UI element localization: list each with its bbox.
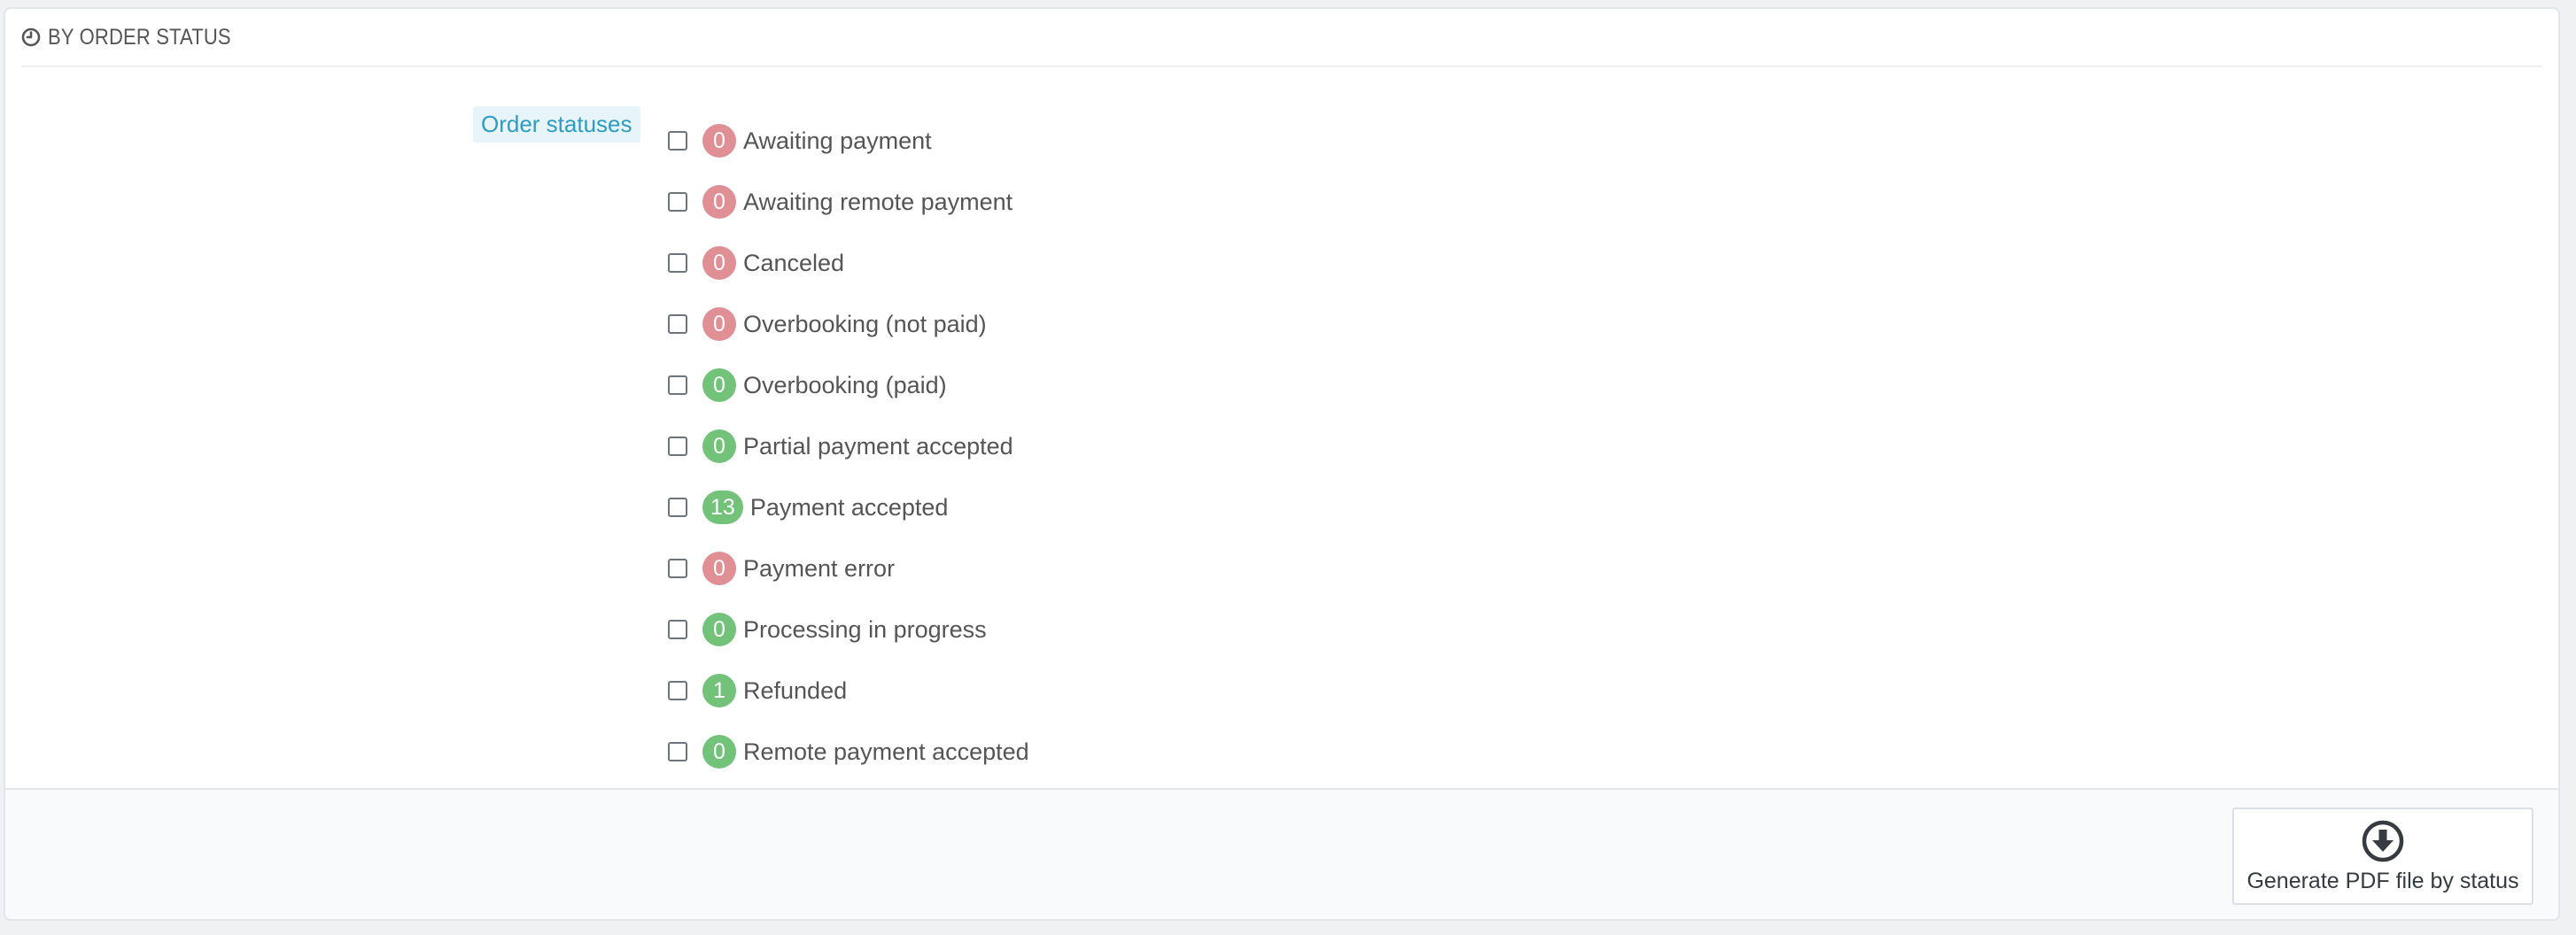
status-label[interactable]: Remote payment accepted xyxy=(743,738,1029,766)
panel-heading: BY ORDER STATUS xyxy=(21,9,2542,67)
status-row-remote-payment-accepted: 0 Remote payment accepted xyxy=(668,730,1029,774)
status-row-overbooking-paid: 0 Overbooking (paid) xyxy=(668,363,947,407)
status-count-badge: 0 xyxy=(702,552,736,585)
status-count-badge: 0 xyxy=(702,429,736,463)
status-checkbox[interactable] xyxy=(668,192,687,212)
status-count-badge: 0 xyxy=(702,124,736,158)
generate-pdf-button-label: Generate PDF file by status xyxy=(2246,869,2519,893)
status-count-badge: 0 xyxy=(702,185,736,219)
status-count-badge: 0 xyxy=(702,246,736,280)
status-checkbox[interactable] xyxy=(668,314,687,334)
status-row-payment-error: 0 Payment error xyxy=(668,546,895,591)
status-label[interactable]: Awaiting payment xyxy=(743,128,932,155)
status-label[interactable]: Payment accepted xyxy=(750,494,949,522)
status-count-badge: 0 xyxy=(702,735,736,769)
status-label[interactable]: Awaiting remote payment xyxy=(743,189,1013,216)
status-count-badge: 0 xyxy=(702,307,736,341)
status-row-payment-accepted: 13 Payment accepted xyxy=(668,485,948,529)
status-row-awaiting-payment: 0 Awaiting payment xyxy=(668,119,932,163)
status-checkbox[interactable] xyxy=(668,253,687,273)
status-label[interactable]: Overbooking (paid) xyxy=(743,372,947,399)
status-label[interactable]: Processing in progress xyxy=(743,616,987,644)
panel-footer: Generate PDF file by status xyxy=(5,788,2558,919)
order-status-panel: BY ORDER STATUS Order statuses 0 Awaitin… xyxy=(4,7,2560,921)
order-statuses-label: Order statuses xyxy=(473,106,640,143)
status-row-awaiting-remote-payment: 0 Awaiting remote payment xyxy=(668,180,1013,224)
status-count-badge: 0 xyxy=(702,613,736,646)
status-count-badge: 1 xyxy=(702,674,736,707)
status-label[interactable]: Canceled xyxy=(743,250,844,277)
status-count-badge: 13 xyxy=(702,491,743,524)
status-checkbox[interactable] xyxy=(668,375,687,395)
status-row-partial-payment-accepted: 0 Partial payment accepted xyxy=(668,424,1013,468)
status-count-badge: 0 xyxy=(702,368,736,402)
download-circle-icon xyxy=(2361,819,2405,863)
status-label[interactable]: Partial payment accepted xyxy=(743,433,1013,460)
generate-pdf-by-status-button[interactable]: Generate PDF file by status xyxy=(2232,808,2533,905)
status-checkbox[interactable] xyxy=(668,498,687,517)
status-checkbox[interactable] xyxy=(668,559,687,578)
status-row-refunded: 1 Refunded xyxy=(668,668,847,713)
status-label[interactable]: Refunded xyxy=(743,677,847,705)
status-checkbox[interactable] xyxy=(668,681,687,700)
status-checkbox[interactable] xyxy=(668,742,687,761)
status-label[interactable]: Payment error xyxy=(743,555,895,583)
status-checkbox[interactable] xyxy=(668,131,687,151)
status-label[interactable]: Overbooking (not paid) xyxy=(743,311,987,338)
status-row-processing-in-progress: 0 Processing in progress xyxy=(668,607,987,652)
status-row-overbooking-not-paid: 0 Overbooking (not paid) xyxy=(668,302,987,346)
status-checkbox[interactable] xyxy=(668,437,687,456)
panel-title: BY ORDER STATUS xyxy=(48,24,231,50)
clock-icon xyxy=(21,27,41,47)
status-row-canceled: 0 Canceled xyxy=(668,241,844,285)
status-checkbox[interactable] xyxy=(668,620,687,639)
